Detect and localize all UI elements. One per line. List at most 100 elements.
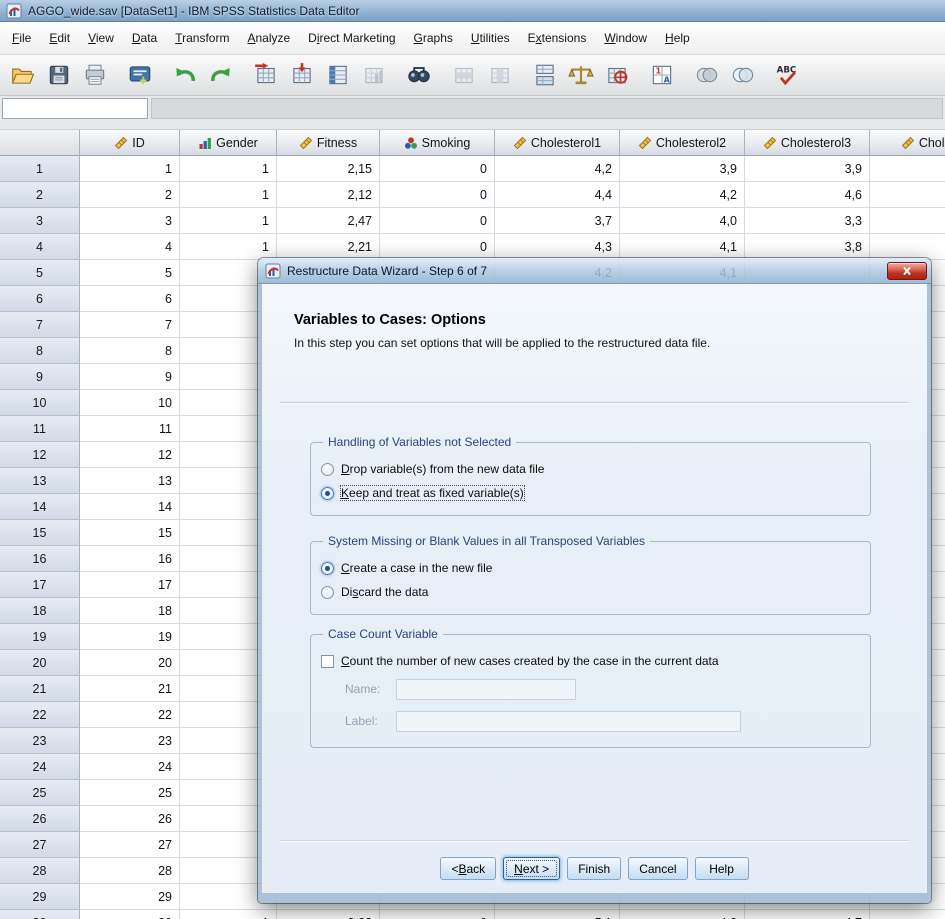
row-header-24[interactable]: 24 xyxy=(0,754,80,780)
table-cell[interactable]: 0 xyxy=(380,182,495,208)
table-cell[interactable]: 6 xyxy=(80,286,180,312)
table-cell[interactable]: 1 xyxy=(180,910,277,919)
table-cell[interactable]: 4,6 xyxy=(745,182,870,208)
table-cell[interactable]: 0 xyxy=(380,208,495,234)
table-cell[interactable]: 2,12 xyxy=(277,182,380,208)
toolbar-button-goto-case[interactable] xyxy=(248,58,284,92)
column-header-gender[interactable]: Gender xyxy=(180,130,277,156)
row-header-1[interactable]: 1 xyxy=(0,156,80,182)
table-cell[interactable]: 4,4 xyxy=(495,182,620,208)
row-header-13[interactable]: 13 xyxy=(0,468,80,494)
radio-drop-variables[interactable]: Drop variable(s) from the new data file xyxy=(321,457,860,481)
table-cell[interactable]: 10 xyxy=(80,390,180,416)
cell-editor-field[interactable] xyxy=(151,98,943,119)
row-header-29[interactable]: 29 xyxy=(0,884,80,910)
row-header-28[interactable]: 28 xyxy=(0,858,80,884)
table-cell[interactable]: 9 xyxy=(80,364,180,390)
row-header-18[interactable]: 18 xyxy=(0,598,80,624)
table-cell[interactable]: 4,3 xyxy=(495,234,620,260)
table-cell[interactable]: 11 xyxy=(80,416,180,442)
table-cell[interactable] xyxy=(870,234,945,260)
toolbar-button-weight-cases[interactable] xyxy=(563,58,599,92)
table-cell[interactable]: 1 xyxy=(80,156,180,182)
row-header-22[interactable]: 22 xyxy=(0,702,80,728)
menu-item-extensions[interactable]: Extensions xyxy=(519,27,596,49)
menu-item-edit[interactable]: Edit xyxy=(40,27,79,49)
table-cell[interactable]: 3 xyxy=(80,208,180,234)
table-cell[interactable]: 1 xyxy=(180,156,277,182)
table-cell[interactable]: 20 xyxy=(80,650,180,676)
table-cell[interactable]: 2,15 xyxy=(277,156,380,182)
row-header-20[interactable]: 20 xyxy=(0,650,80,676)
table-cell[interactable]: 4,0 xyxy=(620,208,745,234)
table-cell[interactable]: 28 xyxy=(80,858,180,884)
row-header-4[interactable]: 4 xyxy=(0,234,80,260)
column-header-fitness[interactable]: Fitness xyxy=(277,130,380,156)
menu-item-data[interactable]: Data xyxy=(123,27,166,49)
table-cell[interactable] xyxy=(870,208,945,234)
toolbar-button-split-file[interactable] xyxy=(527,58,563,92)
table-cell[interactable]: 4,7 xyxy=(745,910,870,919)
menu-item-window[interactable]: Window xyxy=(595,27,656,49)
table-cell[interactable]: 3,3 xyxy=(745,208,870,234)
table-cell[interactable]: 1 xyxy=(180,234,277,260)
table-cell[interactable]: 16 xyxy=(80,546,180,572)
dialog-close-button[interactable] xyxy=(887,262,927,280)
toolbar-button-open[interactable] xyxy=(5,58,41,92)
table-cell[interactable]: 19 xyxy=(80,624,180,650)
table-cell[interactable]: 2,21 xyxy=(277,234,380,260)
table-cell[interactable]: 3,8 xyxy=(745,234,870,260)
row-header-11[interactable]: 11 xyxy=(0,416,80,442)
table-cell[interactable]: 5 xyxy=(80,260,180,286)
table-cell[interactable]: 17 xyxy=(80,572,180,598)
column-header-cholesterol3[interactable]: Cholesterol3 xyxy=(745,130,870,156)
row-header-10[interactable]: 10 xyxy=(0,390,80,416)
table-cell[interactable]: 2 xyxy=(80,182,180,208)
menu-item-transform[interactable]: Transform xyxy=(166,27,238,49)
table-cell[interactable]: 30 xyxy=(80,910,180,919)
row-header-9[interactable]: 9 xyxy=(0,364,80,390)
toolbar-button-redo[interactable] xyxy=(203,58,239,92)
table-cell[interactable]: 0 xyxy=(380,156,495,182)
toolbar-button-print[interactable] xyxy=(77,58,113,92)
table-cell[interactable]: 3,7 xyxy=(495,208,620,234)
back-button[interactable]: < Back xyxy=(440,857,496,880)
table-cell[interactable] xyxy=(870,182,945,208)
row-header-5[interactable]: 5 xyxy=(0,260,80,286)
table-cell[interactable]: 15 xyxy=(80,520,180,546)
table-cell[interactable]: 1 xyxy=(180,208,277,234)
row-header-12[interactable]: 12 xyxy=(0,442,80,468)
row-header-16[interactable]: 16 xyxy=(0,546,80,572)
table-cell[interactable] xyxy=(870,156,945,182)
window-titlebar[interactable]: AGGO_wide.sav [DataSet1] - IBM SPSS Stat… xyxy=(0,0,945,22)
toolbar-button-spell-check[interactable]: ABC xyxy=(770,58,806,92)
table-cell[interactable]: 4 xyxy=(80,234,180,260)
next-button[interactable]: Next > xyxy=(503,857,560,880)
row-header-14[interactable]: 14 xyxy=(0,494,80,520)
table-cell[interactable]: 4,2 xyxy=(620,182,745,208)
table-cell[interactable]: 1 xyxy=(180,182,277,208)
checkbox-count-cases[interactable]: Count the number of new cases created by… xyxy=(321,649,860,673)
row-header-27[interactable]: 27 xyxy=(0,832,80,858)
help-button[interactable]: Help xyxy=(695,857,749,880)
table-cell[interactable]: 13 xyxy=(80,468,180,494)
menu-item-direct-marketing[interactable]: Direct Marketing xyxy=(299,27,404,49)
table-cell[interactable] xyxy=(870,910,945,919)
toolbar-button-value-labels[interactable]: 1A xyxy=(644,58,680,92)
toolbar-button-descriptives[interactable] xyxy=(356,58,392,92)
table-cell[interactable]: 8 xyxy=(80,338,180,364)
row-header-3[interactable]: 3 xyxy=(0,208,80,234)
table-cell[interactable]: 7 xyxy=(80,312,180,338)
finish-button[interactable]: Finish xyxy=(567,857,621,880)
row-header-7[interactable]: 7 xyxy=(0,312,80,338)
row-header-8[interactable]: 8 xyxy=(0,338,80,364)
row-header-19[interactable]: 19 xyxy=(0,624,80,650)
table-cell[interactable]: 26 xyxy=(80,806,180,832)
cell-reference-input[interactable] xyxy=(2,98,148,119)
toolbar-button-find[interactable] xyxy=(401,58,437,92)
table-cell[interactable]: 12 xyxy=(80,442,180,468)
menu-item-graphs[interactable]: Graphs xyxy=(405,27,462,49)
radio-discard-data[interactable]: Discard the data xyxy=(321,580,860,604)
menu-item-utilities[interactable]: Utilities xyxy=(462,27,519,49)
table-cell[interactable]: 4,1 xyxy=(620,234,745,260)
